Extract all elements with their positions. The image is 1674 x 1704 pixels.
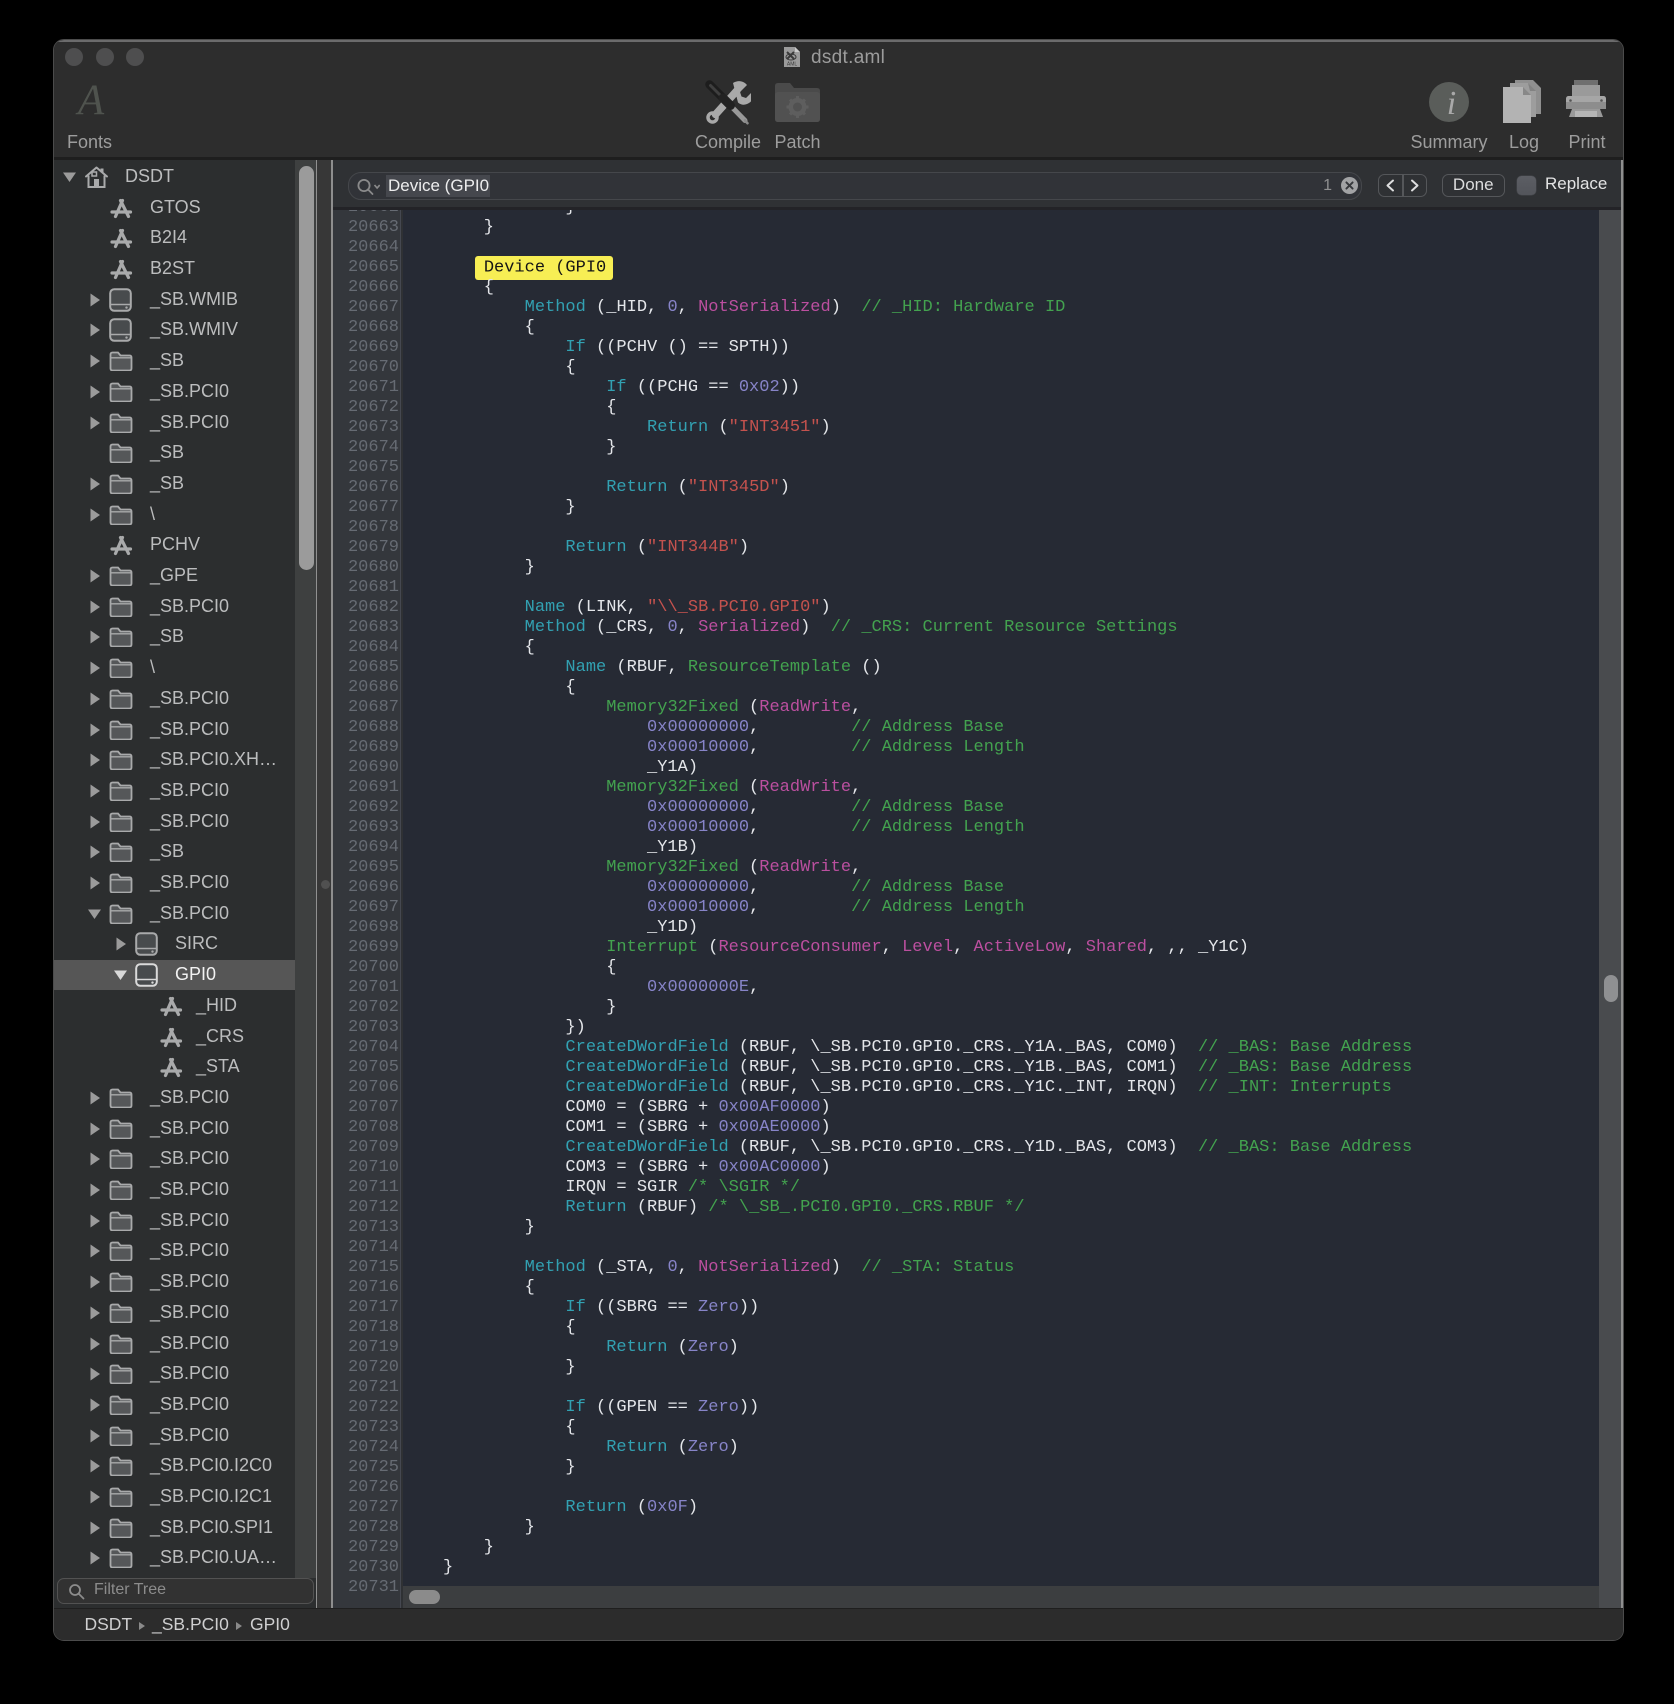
svg-text:i: i	[1447, 85, 1456, 122]
svg-text:AML: AML	[787, 62, 798, 68]
